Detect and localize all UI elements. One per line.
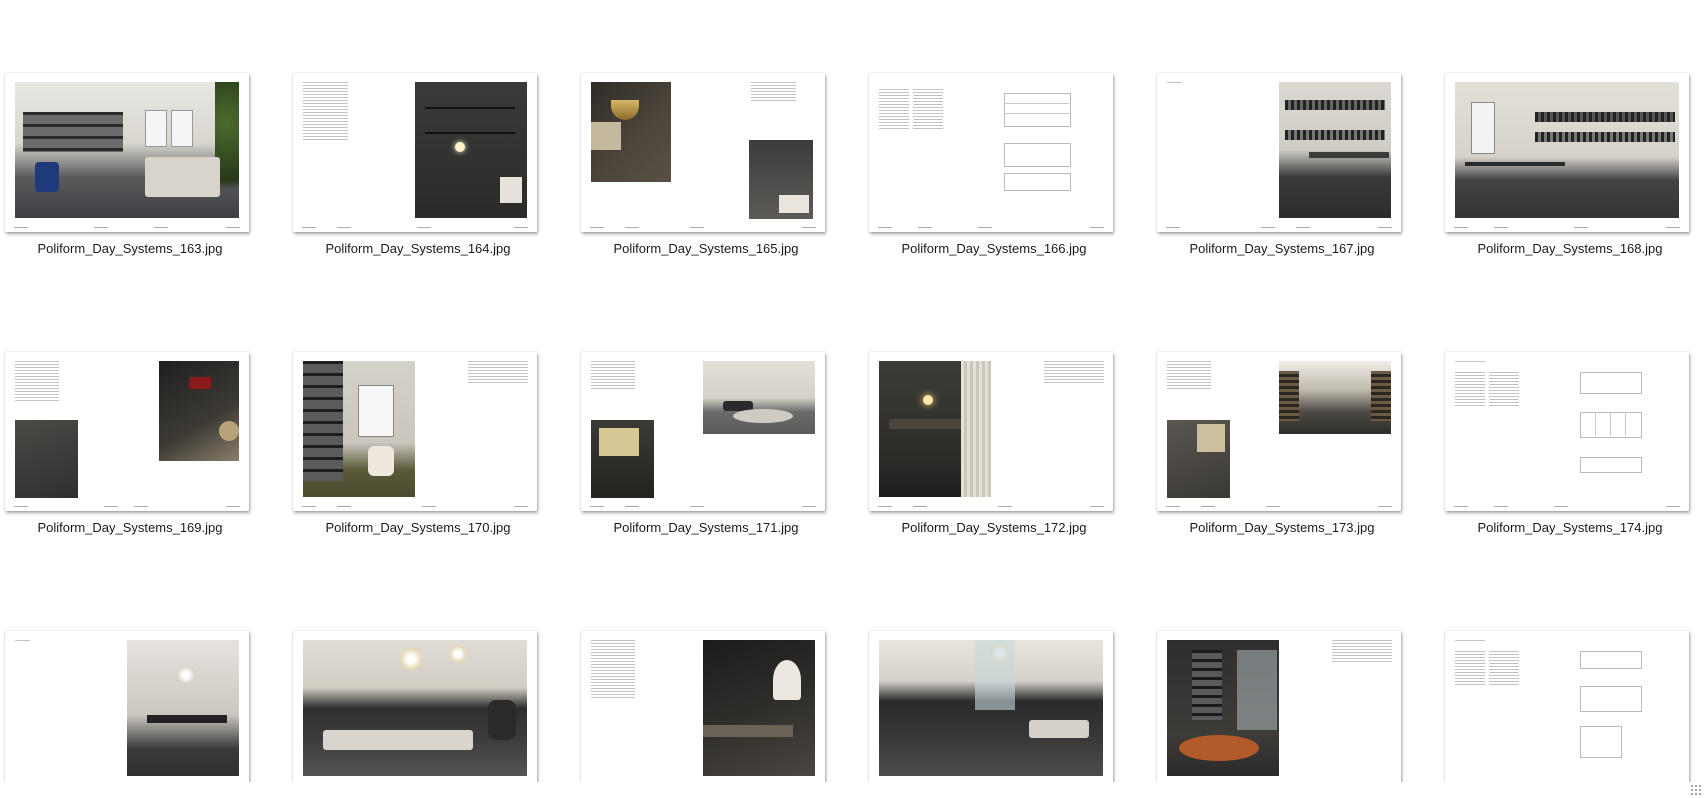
- file-tile[interactable]: Poliform_Day_Systems_169.jpg: [0, 279, 288, 535]
- file-thumbnail[interactable]: [293, 352, 537, 511]
- file-name[interactable]: Poliform_Day_Systems_163.jpg: [0, 241, 260, 256]
- file-thumbnail[interactable]: [1445, 631, 1689, 782]
- file-name[interactable]: Poliform_Day_Systems_167.jpg: [1152, 241, 1412, 256]
- file-thumbnail[interactable]: [869, 631, 1113, 782]
- file-tile[interactable]: Poliform_Day_Systems_167.jpg: [1152, 0, 1440, 256]
- file-tile[interactable]: Poliform_Day_Systems_168.jpg: [1440, 0, 1704, 256]
- file-name[interactable]: Poliform_Day_Systems_172.jpg: [864, 520, 1124, 535]
- file-tile[interactable]: [1152, 558, 1440, 782]
- file-tile[interactable]: Poliform_Day_Systems_170.jpg: [288, 279, 576, 535]
- file-name[interactable]: Poliform_Day_Systems_165.jpg: [576, 241, 836, 256]
- file-thumbnail[interactable]: [1157, 73, 1401, 232]
- file-tile[interactable]: Poliform_Day_Systems_172.jpg: [864, 279, 1152, 535]
- file-name[interactable]: Poliform_Day_Systems_164.jpg: [288, 241, 548, 256]
- file-thumbnail[interactable]: [5, 352, 249, 511]
- file-tile[interactable]: Poliform_Day_Systems_171.jpg: [576, 279, 864, 535]
- file-tile[interactable]: [0, 558, 288, 782]
- file-tile[interactable]: [1440, 558, 1704, 782]
- file-thumbnail[interactable]: [1445, 352, 1689, 511]
- file-name[interactable]: Poliform_Day_Systems_168.jpg: [1440, 241, 1700, 256]
- file-thumbnail[interactable]: [293, 631, 537, 782]
- file-thumbnail[interactable]: [5, 631, 249, 782]
- file-thumbnail[interactable]: [1157, 631, 1401, 782]
- file-thumbnail[interactable]: [869, 352, 1113, 511]
- file-thumbnail[interactable]: [869, 73, 1113, 232]
- file-name[interactable]: Poliform_Day_Systems_173.jpg: [1152, 520, 1412, 535]
- file-thumbnail[interactable]: [581, 631, 825, 782]
- file-tile[interactable]: Poliform_Day_Systems_166.jpg: [864, 0, 1152, 256]
- file-tile[interactable]: Poliform_Day_Systems_163.jpg: [0, 0, 288, 256]
- file-tile[interactable]: [864, 558, 1152, 782]
- file-name[interactable]: Poliform_Day_Systems_174.jpg: [1440, 520, 1700, 535]
- file-tile[interactable]: Poliform_Day_Systems_173.jpg: [1152, 279, 1440, 535]
- file-name[interactable]: Poliform_Day_Systems_166.jpg: [864, 241, 1124, 256]
- file-name[interactable]: Poliform_Day_Systems_171.jpg: [576, 520, 836, 535]
- file-tile[interactable]: [288, 558, 576, 782]
- file-thumbnail[interactable]: [1157, 352, 1401, 511]
- file-tile[interactable]: Poliform_Day_Systems_165.jpg: [576, 0, 864, 256]
- file-thumbnail[interactable]: [1445, 73, 1689, 232]
- file-tile[interactable]: Poliform_Day_Systems_164.jpg: [288, 0, 576, 256]
- file-thumbnail[interactable]: [581, 352, 825, 511]
- file-thumbnail[interactable]: [581, 73, 825, 232]
- file-thumbnail[interactable]: [293, 73, 537, 232]
- file-tile[interactable]: [576, 558, 864, 782]
- file-name[interactable]: Poliform_Day_Systems_170.jpg: [288, 520, 548, 535]
- file-name[interactable]: Poliform_Day_Systems_169.jpg: [0, 520, 260, 535]
- thumbnail-grid: Poliform_Day_Systems_163.jpg Poliform_Da…: [0, 0, 1704, 782]
- resize-grip-icon[interactable]: [1690, 784, 1702, 796]
- file-tile[interactable]: Poliform_Day_Systems_174.jpg: [1440, 279, 1704, 535]
- file-thumbnail[interactable]: [5, 73, 249, 232]
